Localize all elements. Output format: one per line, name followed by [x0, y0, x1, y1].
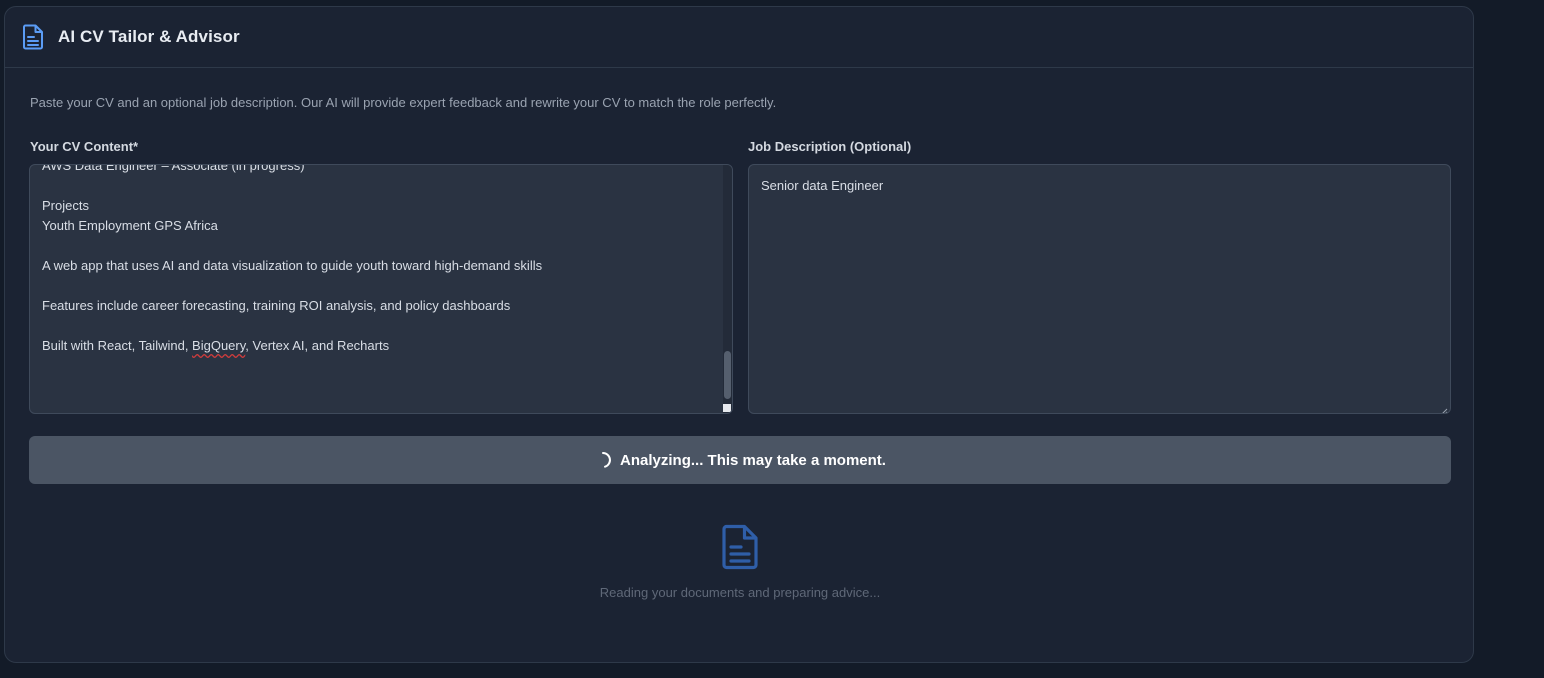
cv-line: Youth Employment GPS Africa [42, 218, 218, 233]
job-description-text: Senior data Engineer [761, 178, 884, 193]
cv-line: AWS Data Engineer – Associate (in progre… [42, 164, 305, 173]
analyze-button-label: Analyzing... This may take a moment. [620, 451, 886, 469]
cv-content-textarea[interactable]: AWS Data Engineer – Associate (in progre… [29, 164, 733, 414]
cv-content-text: AWS Data Engineer – Associate (in progre… [42, 164, 712, 356]
job-description-label: Job Description (Optional) [748, 139, 912, 154]
cv-line [42, 316, 712, 336]
cv-line: Projects [42, 198, 89, 213]
spellcheck-word: BigQuery [192, 338, 246, 353]
cv-line [42, 176, 712, 196]
loading-state: Reading your documents and preparing adv… [29, 524, 1451, 600]
document-icon [721, 524, 759, 570]
cv-scrollbar[interactable] [723, 165, 732, 413]
cv-scrollbar-thumb[interactable] [724, 351, 731, 399]
page-title: AI CV Tailor & Advisor [58, 27, 240, 46]
cv-line: Built with React, Tailwind, BigQuery, Ve… [42, 336, 712, 356]
cv-resize-handle[interactable] [723, 404, 731, 412]
cv-line-part: , Vertex AI, and Recharts [245, 338, 390, 353]
document-icon [22, 24, 44, 50]
cv-line: A web app that uses AI and data visualiz… [42, 258, 543, 273]
card-header: AI CV Tailor & Advisor [5, 7, 1473, 68]
cv-line [42, 276, 712, 296]
loading-message: Reading your documents and preparing adv… [599, 585, 881, 600]
cv-field-label: Your CV Content* [30, 139, 139, 154]
cv-line [42, 236, 712, 256]
cv-tailor-card: AI CV Tailor & Advisor Paste your CV and… [4, 6, 1474, 663]
resize-handle-icon[interactable] [1440, 403, 1448, 413]
job-description-textarea[interactable]: Senior data Engineer [748, 164, 1451, 414]
cv-line-part: Built with React, Tailwind, [42, 338, 193, 353]
analyze-button[interactable]: Analyzing... This may take a moment. [29, 436, 1451, 484]
spinner-icon [594, 451, 612, 469]
cv-line: Features include career forecasting, tra… [42, 298, 511, 313]
intro-description: Paste your CV and an optional job descri… [30, 95, 777, 110]
